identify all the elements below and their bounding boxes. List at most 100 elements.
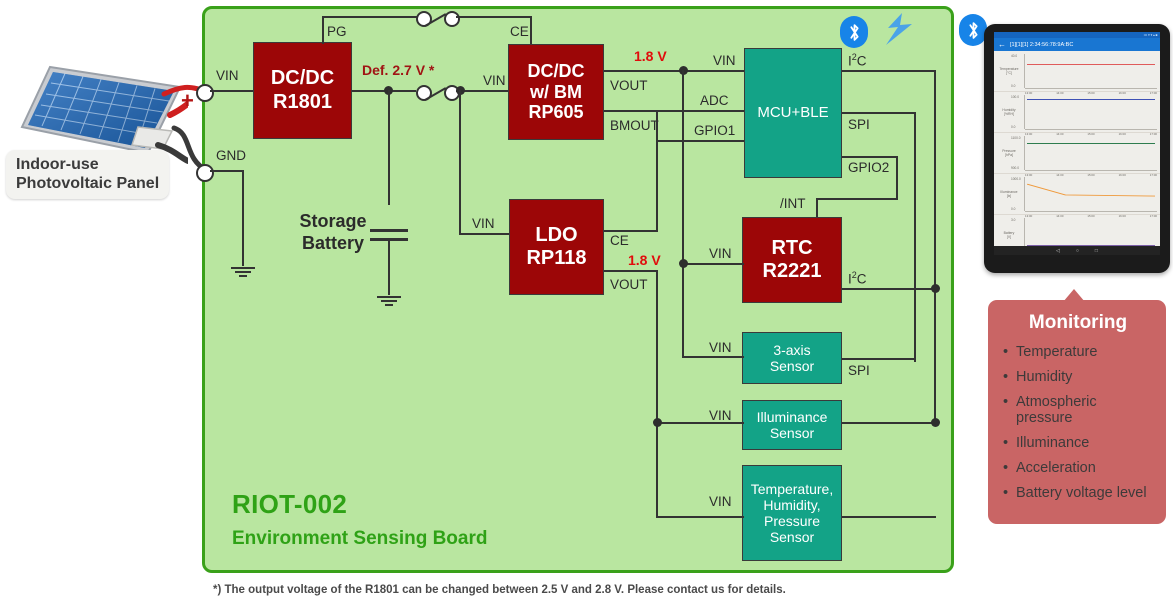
gnd-terminal [196,164,214,182]
footnote: *) The output voltage of the R1801 can b… [213,584,786,596]
ldo-line2: RP118 [526,247,587,269]
wire-gpio2-to-int [816,198,898,200]
wire-bmout-to-gpio1 [656,140,744,142]
monitoring-list: Temperature Humidity Atmospheric pressure I… [1000,344,1156,501]
wire-18v-rail-down [682,70,684,358]
wire-accel-vin [682,356,744,358]
wire-illuminance-vin [656,422,744,424]
rp605-line3: RP605 [528,102,584,123]
gnd-terminal-label: GND [216,148,246,163]
vin-terminal [196,84,214,102]
wire-vin-to-r1801 [210,90,254,92]
wire-mcu-gpio2 [842,156,898,158]
wire-thp-i2c [842,516,936,518]
nav-home-icon[interactable]: ○ [1076,248,1079,254]
sensor-chart: Illuminance [lx] 1000.0 0.0 13:00 14:00 15:00 1… [994,174,1160,218]
wire-pg-up [322,16,324,44]
rp605-output-voltage: 1.8 V [634,48,667,64]
mcu-pin-vin: VIN [713,53,736,68]
back-icon[interactable]: ← [998,40,1006,49]
wire-vin-bus-down [459,90,461,235]
chart-trace [1027,64,1155,66]
board-subtitle: Environment Sensing Board [232,528,488,549]
storage-battery-label: Storage Battery [287,211,379,254]
wire-gnd-to-node [210,170,244,172]
ldo-pin-vin: VIN [472,216,495,231]
chart-x-axis [1025,210,1157,211]
sensor-chart: Humidity [%RH] 100.0 0.0 13:00 14:00 15:00 16:0… [994,92,1160,136]
sensor-chart: Temperature [°C] 40.0 0.0 13:00 14:00 15:00 16:… [994,51,1160,95]
mcu-pin-gpio1: GPIO1 [694,123,736,138]
chart-trace [1027,99,1155,101]
rp605-pin-vout: VOUT [610,78,648,93]
block-dcdc-rp605: DC/DC w/ BM RP605 [508,44,604,140]
thp-line2: Humidity, [763,496,821,513]
ldo-pin-vout: VOUT [610,277,648,292]
ground-symbol-battery [377,294,401,306]
accel-line2: Sensor [769,358,815,374]
block-mcu-ble: MCU+BLE [744,48,842,178]
block-3axis-sensor: 3-axis Sensor [742,332,842,384]
junction-rtc-vin [679,259,688,268]
storage-line2: Battery [301,232,365,253]
app-title: [1][1][1] 2:34:56:78:9A:BC [1010,41,1074,48]
wireless-signal-icon [886,13,912,45]
monitoring-item: Temperature [1003,344,1156,360]
chart-list: Temperature [°C] 40.0 0.0 13:00 14:00 15:00 16:… [994,51,1160,255]
chart-trace [1027,143,1155,145]
block-illuminance-sensor: Illuminance Sensor [742,400,842,450]
rp605-pin-ce: CE [510,24,529,39]
nav-back-icon[interactable]: ◁ [1056,248,1060,254]
nav-recents-icon[interactable]: □ [1095,248,1098,254]
wire-mcu-spi [842,112,916,114]
wire-switch-to-ce [456,16,532,18]
mcu-label: MCU+BLE [757,104,829,122]
board-title: RIOT-002 [232,489,348,519]
chart-axis-label: Humidity [%RH] [1002,107,1016,116]
chart-y-tick: 3.0 [1011,218,1016,222]
sensor-chart: Pressure [hPa] 1100.0 900.0 13:00 14:00 15:00 1… [994,133,1160,177]
chart-y-tick: 0.0 [1011,84,1016,88]
monitoring-item: Atmospheric pressure [1003,394,1156,426]
bus-i2c-vertical [934,70,936,426]
monitoring-item: Acceleration [1003,460,1156,476]
wire-rtc-i2c [842,288,936,290]
storage-line1: Storage [299,211,367,231]
mcu-pin-i2c: I2C [848,52,867,69]
rtc-pin-int: /INT [780,196,806,211]
wire-ce-branch-down [656,140,658,232]
vin-terminal-label: VIN [216,68,239,83]
tablet-device[interactable]: ••• ▾ ▾ ▴ ■ ← [1][1][1] 2:34:56:78:9A:BC… [984,24,1170,273]
chart-y-tick: 40.0 [1011,54,1018,58]
monitoring-item: Illuminance [1003,435,1156,451]
monitoring-item: Humidity [1003,369,1156,385]
wire-bmout-down [656,110,658,142]
thp-line1: Temperature, [750,480,834,497]
rtc-pin-i2c: I2C [848,270,867,287]
ground-symbol-input [231,265,255,277]
chart-y-tick: 0.0 [1011,125,1016,129]
app-bar: ← [1][1][1] 2:34:56:78:9A:BC [994,38,1160,51]
monitoring-item: Battery voltage level [1003,485,1156,501]
wire-adc-in [606,110,744,112]
rtc-line1: RTC [771,236,813,259]
junction-illuminance-vin [653,418,662,427]
illuminance-pin-vin: VIN [709,408,732,423]
accel-line1: 3-axis [773,341,811,358]
wire-mcu-i2c [842,70,936,72]
wire-ce-down [530,16,532,44]
monitoring-title: Monitoring [1028,312,1128,333]
tablet-screen[interactable]: ••• ▾ ▾ ▴ ■ ← [1][1][1] 2:34:56:78:9A:BC… [994,32,1160,255]
wire-ldo-vout [604,270,658,272]
wire-thp-vin [656,516,744,518]
wire-vin-bus-to-ldo [459,233,509,235]
chart-y-tick: 100.0 [1011,95,1019,99]
chart-x-axis [1025,169,1157,170]
illum-line1: Illuminance [756,408,828,425]
wire-int-down [816,198,818,218]
thp-line3: Pressure [763,513,821,529]
bluetooth-icon [840,16,868,48]
thp-line4: Sensor [769,529,815,546]
panel-caption-line1: Indoor-use [16,156,99,173]
default-voltage-label: Def. 2.7 V * [362,62,435,78]
